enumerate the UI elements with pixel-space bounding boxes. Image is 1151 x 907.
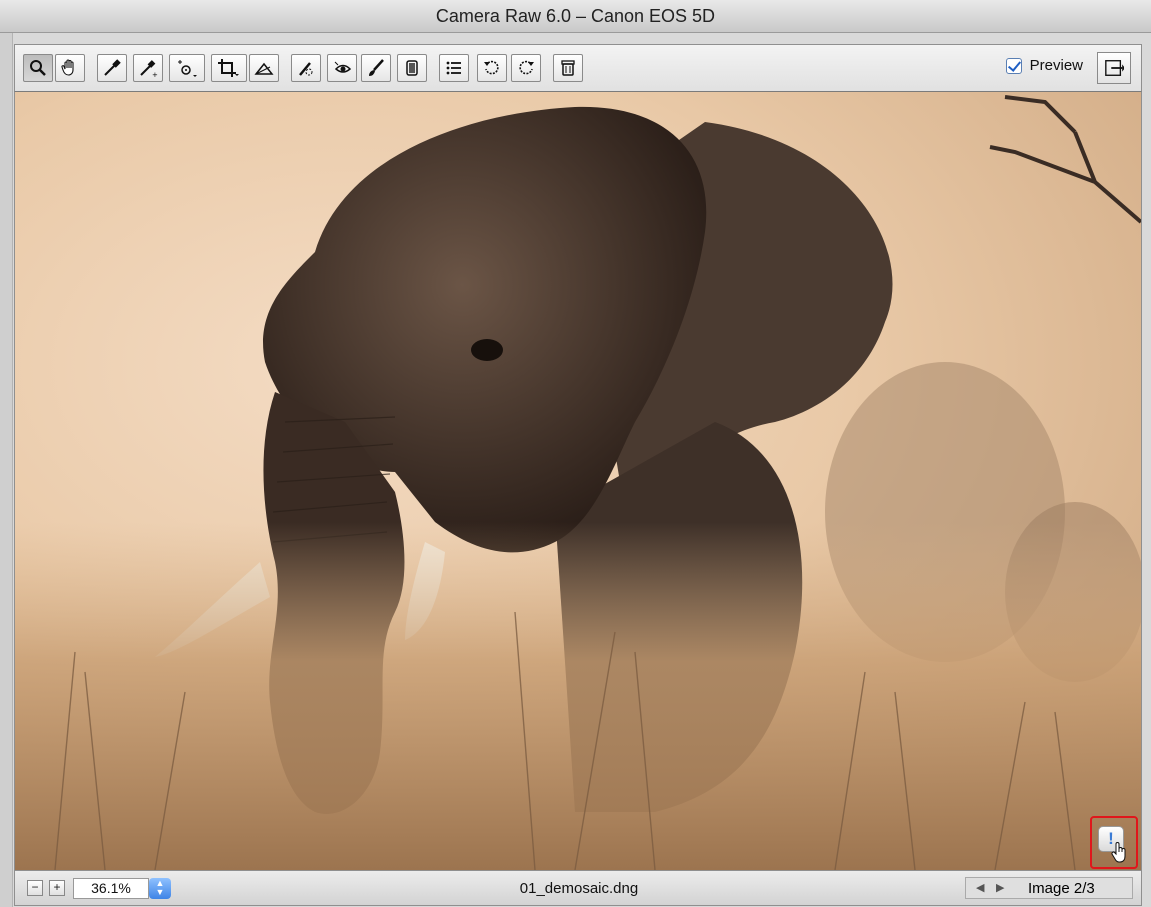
hand-tool-button[interactable] [55, 54, 85, 82]
hand-icon [61, 59, 74, 76]
image-navigator: ◀ ▶ Image 2/3 [965, 877, 1133, 899]
color-sampler-icon: + [140, 60, 158, 78]
white-balance-tool-button[interactable] [97, 54, 127, 82]
zoom-tool-button[interactable] [23, 54, 53, 82]
preferences-button[interactable] [439, 54, 469, 82]
straighten-tool-button[interactable] [249, 54, 279, 82]
toolbar: + Preview [14, 44, 1142, 92]
brush-icon [369, 59, 384, 76]
red-eye-tool-button[interactable] [327, 54, 357, 82]
next-image-button[interactable]: ▶ [996, 881, 1004, 894]
status-bar: − + 36.1% ▲ ▼ 01_demosaic.dng ◀ ▶ Image 2… [14, 870, 1142, 906]
left-panel-edge [0, 33, 13, 907]
svg-text:+: + [152, 71, 158, 78]
fullscreen-button[interactable] [1097, 52, 1131, 84]
crop-icon [218, 59, 239, 77]
preview-checkbox[interactable] [1005, 57, 1022, 74]
rotate-left-button[interactable] [477, 54, 507, 82]
elephant-photo [15, 95, 1141, 870]
spot-removal-tool-button[interactable] [291, 54, 321, 82]
preview-toggle[interactable]: Preview [1005, 57, 1083, 74]
magnifier-icon [30, 60, 46, 76]
adjustment-brush-tool-button[interactable] [361, 54, 391, 82]
targeted-adjustment-tool-button[interactable] [169, 54, 205, 82]
color-sampler-tool-button[interactable]: + [133, 54, 163, 82]
graduated-filter-icon [406, 60, 418, 76]
spot-removal-icon [299, 62, 313, 76]
preview-label: Preview [1029, 57, 1083, 74]
previous-image-button[interactable]: ◀ [976, 881, 984, 894]
rotate-ccw-icon [484, 60, 499, 75]
target-adjust-icon [178, 60, 197, 77]
image-counter: Image 2/3 [1028, 880, 1095, 897]
window-title: Camera Raw 6.0 – Canon EOS 5D [0, 0, 1151, 33]
trash-icon [561, 60, 575, 76]
fullscreen-icon [1105, 60, 1124, 76]
eyedropper-icon [104, 59, 121, 76]
straighten-icon [254, 62, 274, 75]
rotate-right-button[interactable] [511, 54, 541, 82]
rotate-cw-icon [519, 60, 534, 75]
delete-button[interactable] [553, 54, 583, 82]
photo-preview[interactable] [15, 92, 1141, 870]
red-eye-icon [334, 61, 352, 73]
graduated-filter-tool-button[interactable] [397, 54, 427, 82]
pointer-hand-icon [1111, 842, 1126, 863]
crop-tool-button[interactable] [211, 54, 247, 82]
warning-highlight: ! [1090, 816, 1138, 869]
list-icon [446, 61, 461, 75]
